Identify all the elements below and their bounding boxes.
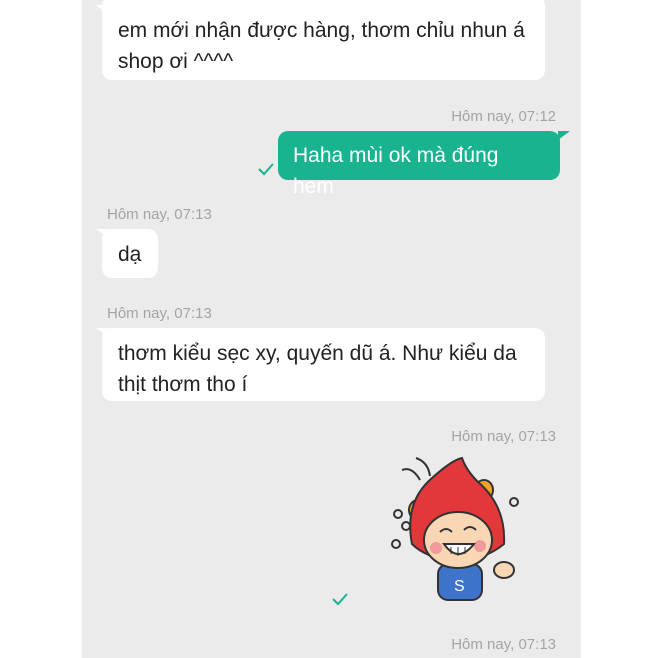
message-timestamp: Hôm nay, 07:12 [451,108,556,125]
incoming-message[interactable]: em mới nhận được hàng, thơm chỉu nhun á … [102,0,545,80]
outgoing-bubble-tail [558,131,570,140]
message-text-line: shop ơi ^^^^ [118,50,234,73]
chat-panel: em mới nhận được hàng, thơm chỉu nhun á … [82,0,581,658]
message-timestamp: Hôm nay, 07:13 [451,428,556,445]
message-timestamp: Hôm nay, 07:13 [107,206,212,223]
sticker-badge-letter: S [454,578,465,595]
incoming-message[interactable]: dạ [102,229,158,278]
message-text: Haha mùi ok mà đúng hem [293,144,499,198]
check-icon [332,593,348,606]
message-text-line: thơm kiểu sẹc xy, quyến dũ á. Như kiểu d… [118,342,517,365]
incoming-message[interactable]: thơm kiểu sẹc xy, quyến dũ á. Như kiểu d… [102,328,545,401]
check-icon [258,163,274,176]
message-timestamp: Hôm nay, 07:13 [107,305,212,322]
message-text-line: thịt thơm tho í [118,373,248,396]
outgoing-message[interactable]: Haha mùi ok mà đúng hem [278,131,560,198]
message-timestamp: Hôm nay, 07:13 [451,636,556,653]
message-text-line: em mới nhận được hàng, thơm chỉu nhun á [118,19,525,42]
sticker-character[interactable]: S [382,452,542,612]
message-text: dạ [118,243,142,266]
